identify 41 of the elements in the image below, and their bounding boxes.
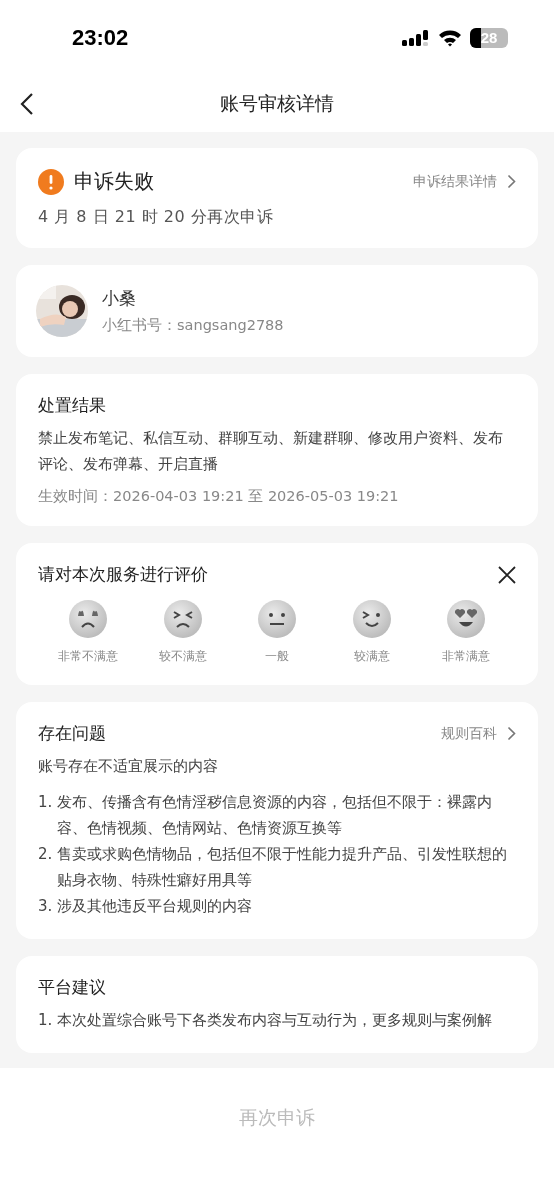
list-number: 2.	[38, 844, 51, 865]
section-title: 存在问题	[38, 722, 106, 745]
chevron-icon	[507, 726, 516, 741]
rating-title: 请对本次服务进行评价	[38, 563, 208, 586]
list-item-text: 发布、传播含有色情淫秽信息资源的内容，包括但不限于：裸露内容、色情视频、色情网站、色情资源互换等	[57, 792, 493, 839]
emoji-face-icon	[352, 600, 391, 638]
emoji-face-icon	[258, 600, 296, 638]
reappeal-note: 4 月 8 日 21 时 20 分再次申诉	[38, 207, 275, 228]
emoji-face-icon	[163, 600, 202, 638]
restriction-text: 禁止发布笔记、私信互动、群聊互动、新建群聊、修改用户资料、发布评论、发布弹幕、开启直播	[38, 428, 504, 475]
user-name: 小桑	[102, 287, 137, 310]
list-number: 1.	[38, 792, 51, 813]
list-number: 3.	[38, 896, 51, 917]
status-time: 23:02	[72, 24, 129, 51]
close-icon[interactable]	[498, 565, 516, 584]
emoji-face-icon	[447, 600, 485, 638]
back-icon[interactable]	[20, 92, 34, 116]
wifi-icon	[438, 28, 462, 47]
list-number: 1.	[38, 1010, 51, 1031]
rating-option[interactable]: 非常满意	[424, 600, 508, 665]
signal-icon	[402, 27, 430, 48]
problem-summary: 账号存在不适宜展示的内容	[38, 756, 219, 777]
list-item-text: 涉及其他违反平台规则的内容	[57, 896, 252, 917]
list-item-text: 售卖或求购色情物品，包括但不限于性能力提升产品、引发性联想的贴身衣物、特殊性癖好用具等	[57, 844, 508, 891]
chevron-icon	[507, 174, 516, 189]
user-id: 小红书号：sangsang2788	[102, 316, 284, 335]
appeal-status: 申诉失败	[74, 168, 154, 195]
battery-icon: 28	[470, 27, 508, 48]
rating-option[interactable]: 较满意	[329, 600, 414, 665]
page-title: 账号审核详情	[220, 90, 334, 116]
rules-wiki-link[interactable]: 规则百科	[441, 724, 516, 743]
rating-option[interactable]: 较不满意	[140, 600, 225, 665]
list-item-text: 本次处置综合账号下各类发布内容与互动行为，更多规则与案例解	[57, 1010, 492, 1031]
appeal-result-link[interactable]: 申诉结果详情	[413, 172, 516, 191]
warning-icon	[38, 168, 64, 195]
section-title: 处置结果	[38, 394, 107, 417]
effective-time: 生效时间：2026-04-03 19:21 至 2026-05-03 19:21	[38, 487, 400, 506]
section-title: 平台建议	[38, 976, 107, 999]
emoji-face-icon	[69, 600, 107, 638]
rating-option[interactable]: 非常不满意	[46, 600, 130, 665]
rating-option[interactable]: 一般	[235, 600, 319, 665]
